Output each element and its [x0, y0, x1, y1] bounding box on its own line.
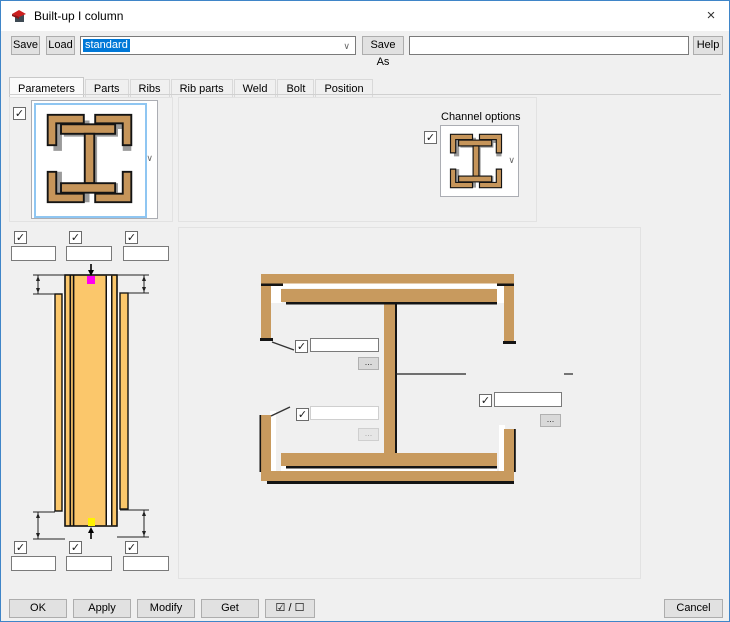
dim-bottom-input-1[interactable]: [11, 556, 56, 571]
chevron-down-icon[interactable]: ∨: [146, 153, 153, 164]
plate-right-browse-button[interactable]: ...: [540, 414, 561, 427]
profile-image-combobox[interactable]: ∨: [31, 100, 158, 219]
dim-top-checkbox-3[interactable]: ✓: [125, 231, 138, 244]
bottom-angle-bar: [261, 471, 514, 481]
plate-top-input[interactable]: [310, 338, 379, 352]
apply-button[interactable]: Apply: [73, 599, 131, 618]
cancel-button[interactable]: Cancel: [664, 599, 723, 618]
app-icon: [12, 10, 26, 22]
end-handle-yellow: [88, 518, 95, 526]
dim-top-input-3[interactable]: [123, 246, 169, 261]
channel-options-label: Channel options: [441, 111, 521, 123]
dim-top-checkbox-2[interactable]: ✓: [69, 231, 82, 244]
preset-selected-text: standard: [83, 39, 130, 52]
web: [384, 302, 395, 453]
dim-bottom-checkbox-2[interactable]: ✓: [69, 541, 82, 554]
bottom-flange: [281, 453, 497, 466]
tab-strip-divider: [9, 94, 721, 95]
right-side-plate: [119, 292, 129, 510]
dim-top-input-1[interactable]: [11, 246, 56, 261]
bottom-right-angle-leg: [504, 429, 514, 472]
get-button[interactable]: Get: [201, 599, 259, 618]
close-icon[interactable]: ×: [699, 4, 723, 28]
dim-top-checkbox-1[interactable]: ✓: [14, 231, 27, 244]
plate-bottom-browse-button[interactable]: ...: [358, 428, 379, 441]
i-beam-with-angles-icon: [447, 132, 505, 190]
plate-top-browse-button[interactable]: ...: [358, 357, 379, 370]
chevron-down-icon[interactable]: ∨: [343, 41, 350, 52]
save-as-button[interactable]: Save As: [362, 36, 404, 68]
channel-image-combobox[interactable]: ∨: [440, 125, 519, 197]
profile-image-selected[interactable]: [34, 103, 147, 218]
chevron-down-icon[interactable]: ∨: [508, 155, 515, 166]
plate-right-checkbox[interactable]: ✓: [479, 394, 492, 407]
title-bar: Built-up I column ×: [1, 1, 729, 31]
dim-top-input-2[interactable]: [66, 246, 112, 261]
plate-right-input[interactable]: [494, 392, 562, 407]
dim-bottom-input-3[interactable]: [123, 556, 169, 571]
i-beam-with-angles-icon: [42, 111, 137, 206]
top-flange: [281, 289, 497, 302]
window-title: Built-up I column: [34, 9, 124, 23]
plate-bottom-checkbox[interactable]: ✓: [296, 408, 309, 421]
toggle-all-checkboxes-button[interactable]: ☑ / ☐: [265, 599, 315, 618]
preset-combobox[interactable]: standard ∨: [80, 36, 356, 55]
dim-bottom-checkbox-3[interactable]: ✓: [125, 541, 138, 554]
start-handle-magenta: [87, 276, 95, 284]
load-button[interactable]: Load: [46, 36, 75, 55]
modify-button[interactable]: Modify: [137, 599, 195, 618]
dim-bottom-input-2[interactable]: [66, 556, 112, 571]
tab-bar: Parameters Parts Ribs Rib parts Weld Bolt Posi…: [9, 77, 374, 97]
help-button[interactable]: Help: [693, 36, 723, 55]
save-button[interactable]: Save: [11, 36, 40, 55]
top-angle-bar: [261, 274, 514, 284]
save-as-name-input[interactable]: [409, 36, 689, 55]
left-side-plate: [54, 293, 63, 512]
column-elevation-diagram: [33, 264, 149, 540]
plate-top-checkbox[interactable]: ✓: [295, 340, 308, 353]
plate-bottom-input[interactable]: [310, 406, 379, 420]
dim-bottom-checkbox-1[interactable]: ✓: [14, 541, 27, 554]
dialog-built-up-i-column: Built-up I column × Save Load standard ∨…: [0, 0, 730, 622]
ok-button[interactable]: OK: [9, 599, 67, 618]
profile-checkbox[interactable]: ✓: [13, 107, 26, 120]
cross-section-diagram: [259, 274, 573, 484]
channel-options-checkbox[interactable]: ✓: [424, 131, 437, 144]
bottom-left-angle-leg: [261, 415, 271, 472]
